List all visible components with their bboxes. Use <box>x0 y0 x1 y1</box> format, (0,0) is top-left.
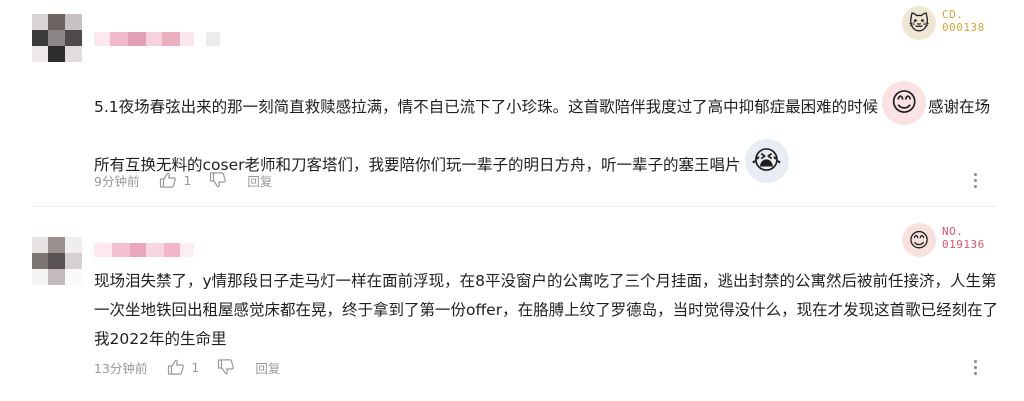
thumbs-up-icon <box>168 359 185 375</box>
like-count: 1 <box>183 172 192 188</box>
badge-text: CD. 000138 <box>942 8 985 34</box>
dislike-button[interactable] <box>209 172 227 188</box>
comment-text-part-1: 5.1夜场春弦出来的那一刻简直救赎感拉满，情不自已流下了小珍珠。这首歌陪伴我度过… <box>94 98 879 116</box>
comment-item: 😊 NO. 019136 现场泪失禁了，y情那段日子走马灯一样在面前浮现，在8平… <box>0 207 1024 401</box>
thumbs-up-icon <box>160 172 177 188</box>
comment-time: 13分钟前 <box>94 360 148 376</box>
like-button[interactable]: 1 <box>167 359 199 375</box>
thumbs-down-icon <box>218 359 235 375</box>
badge-text: NO. 019136 <box>942 225 985 251</box>
comment-text: 现场泪失禁了，y情那段日子走马灯一样在面前浮现，在8平没窗户的公寓吃了三个月挂面… <box>94 272 999 348</box>
fan-badge: 😊 NO. 019136 <box>902 221 998 261</box>
username-blurred[interactable] <box>94 243 224 261</box>
comment-time: 9分钟前 <box>94 173 140 189</box>
badge-number: 000138 <box>942 21 985 34</box>
username-blurred[interactable] <box>94 32 224 50</box>
badge-number: 019136 <box>942 238 985 251</box>
dislike-button[interactable] <box>217 359 235 375</box>
thumbs-down-icon <box>210 172 227 188</box>
like-button[interactable]: 1 <box>159 172 191 188</box>
sticker-emoji-icon: 😊 <box>882 80 927 125</box>
reply-button[interactable]: 回复 <box>247 171 272 190</box>
fan-badge: 🐱 CD. 000138 <box>902 4 998 44</box>
sticker-emoji-icon: 😭 <box>744 138 789 183</box>
badge-avatar-icon: 🐱 <box>902 6 936 40</box>
avatar[interactable] <box>32 237 82 285</box>
reply-button[interactable]: 回复 <box>255 358 280 377</box>
badge-label: NO. <box>942 225 964 238</box>
comment-meta: 13分钟前 1 回复 <box>94 357 280 377</box>
like-count: 1 <box>191 359 200 375</box>
more-vertical-icon[interactable] <box>968 357 982 377</box>
badge-avatar-icon: 😊 <box>902 223 936 257</box>
avatar[interactable] <box>32 14 82 62</box>
more-vertical-icon[interactable] <box>968 170 982 190</box>
comment-item: 🐱 CD. 000138 5.1夜场春弦出来的那一刻简直救赎感拉满，情不自已流下… <box>0 0 1024 206</box>
badge-label: CD. <box>942 8 964 21</box>
comment-meta: 9分钟前 1 回复 <box>94 170 272 190</box>
